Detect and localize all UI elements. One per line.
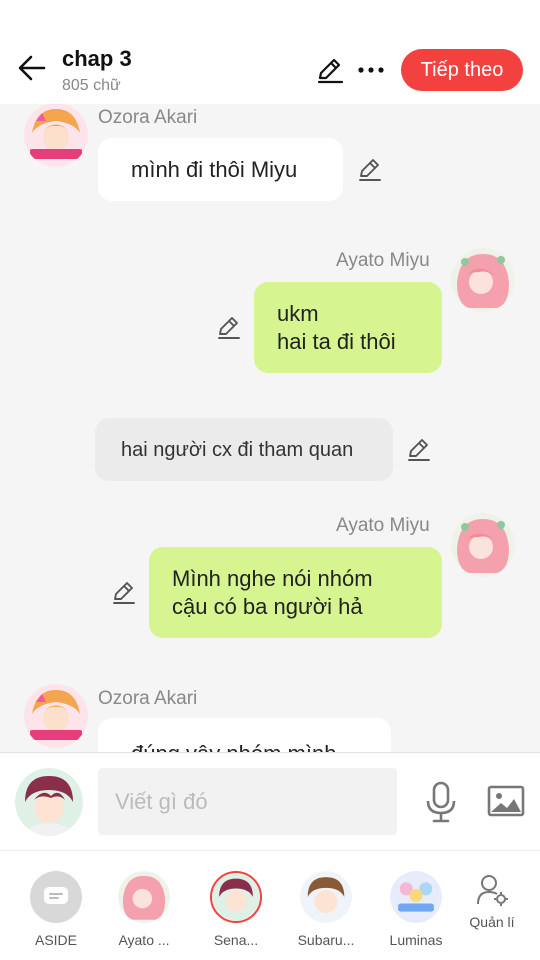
miyu-avatar[interactable]: [451, 513, 515, 577]
akari-portrait-icon: [24, 684, 88, 748]
speaker-name: Ayato Miyu: [336, 515, 430, 536]
character-bar: ASIDE Ayato ... Sena... Subaru... Lumina…: [0, 850, 540, 960]
chat-area[interactable]: Ozora Akari mình đi thôi Miyu Ayato Miyu…: [0, 104, 540, 752]
character-label: Luminas: [389, 932, 443, 948]
akari-avatar[interactable]: [24, 684, 88, 748]
message-text: đúng vậy nhóm mình: [121, 740, 368, 752]
akari-avatar[interactable]: [24, 104, 88, 167]
edit-message-icon[interactable]: [406, 436, 432, 462]
message-bubble[interactable]: ukm hai ta đi thôi: [254, 282, 442, 373]
top-bar: chap 3 805 chữ Tiếp theo: [0, 0, 540, 104]
chat-bubble-icon: [30, 871, 82, 923]
message-bubble[interactable]: mình đi thôi Miyu: [98, 138, 343, 201]
speaker-name: Ozora Akari: [98, 688, 198, 709]
message-bubble[interactable]: Mình nghe nói nhóm cậu có ba người hả: [149, 547, 442, 638]
manage-label: Quản lí: [469, 914, 515, 930]
compose-bar: [0, 752, 540, 850]
character-label: ASIDE: [34, 932, 77, 948]
character-sena[interactable]: Sena...: [196, 871, 276, 948]
more-options-icon[interactable]: [356, 56, 386, 84]
edit-message-icon[interactable]: [111, 579, 137, 605]
character-ayato-miyu[interactable]: Ayato ...: [104, 871, 184, 948]
character-label: Subaru...: [297, 932, 355, 948]
akari-portrait-icon: [24, 104, 88, 167]
sena-portrait-icon: [15, 768, 83, 836]
manage-button[interactable]: Quản lí: [452, 873, 532, 930]
next-button[interactable]: Tiếp theo: [401, 49, 523, 91]
microphone-icon[interactable]: [424, 781, 458, 823]
character-label: Ayato ...: [118, 932, 170, 948]
edit-pencil-icon[interactable]: [316, 56, 344, 84]
character-luminas[interactable]: Luminas: [376, 871, 456, 948]
speaker-name: Ayato Miyu: [336, 250, 430, 271]
miyu-avatar: [118, 871, 170, 923]
subaru-avatar: [300, 871, 352, 923]
edit-message-icon[interactable]: [357, 156, 383, 182]
message-text: hai người cx đi tham quan: [121, 438, 354, 461]
luminas-avatar: [390, 871, 442, 923]
message-input[interactable]: [98, 768, 397, 835]
back-arrow-icon[interactable]: [16, 52, 48, 84]
message-text-line: hai ta đi thôi: [277, 328, 396, 354]
message-bubble[interactable]: đúng vậy nhóm mình: [98, 718, 391, 752]
miyu-portrait-icon: [451, 513, 515, 577]
message-text: mình đi thôi Miyu: [131, 156, 298, 182]
word-count: 805 chữ: [62, 77, 121, 94]
character-label: Sena...: [213, 932, 259, 948]
miyu-avatar[interactable]: [451, 248, 515, 312]
message-text-line: Mình nghe nói nhóm: [172, 565, 373, 591]
message-text-line: ukm: [277, 300, 319, 326]
image-icon[interactable]: [487, 785, 525, 817]
current-character-avatar[interactable]: [15, 768, 83, 836]
edit-message-icon[interactable]: [216, 314, 242, 340]
miyu-portrait-icon: [451, 248, 515, 312]
chapter-title: chap 3: [62, 46, 132, 71]
character-subaru[interactable]: Subaru...: [286, 871, 366, 948]
narration-bubble[interactable]: hai người cx đi tham quan: [95, 418, 393, 481]
sena-avatar: [210, 871, 262, 923]
message-text-line: cậu có ba người hả: [172, 593, 363, 619]
speaker-name: Ozora Akari: [98, 107, 198, 128]
user-settings-icon: [477, 875, 508, 906]
character-aside[interactable]: ASIDE: [16, 871, 96, 948]
